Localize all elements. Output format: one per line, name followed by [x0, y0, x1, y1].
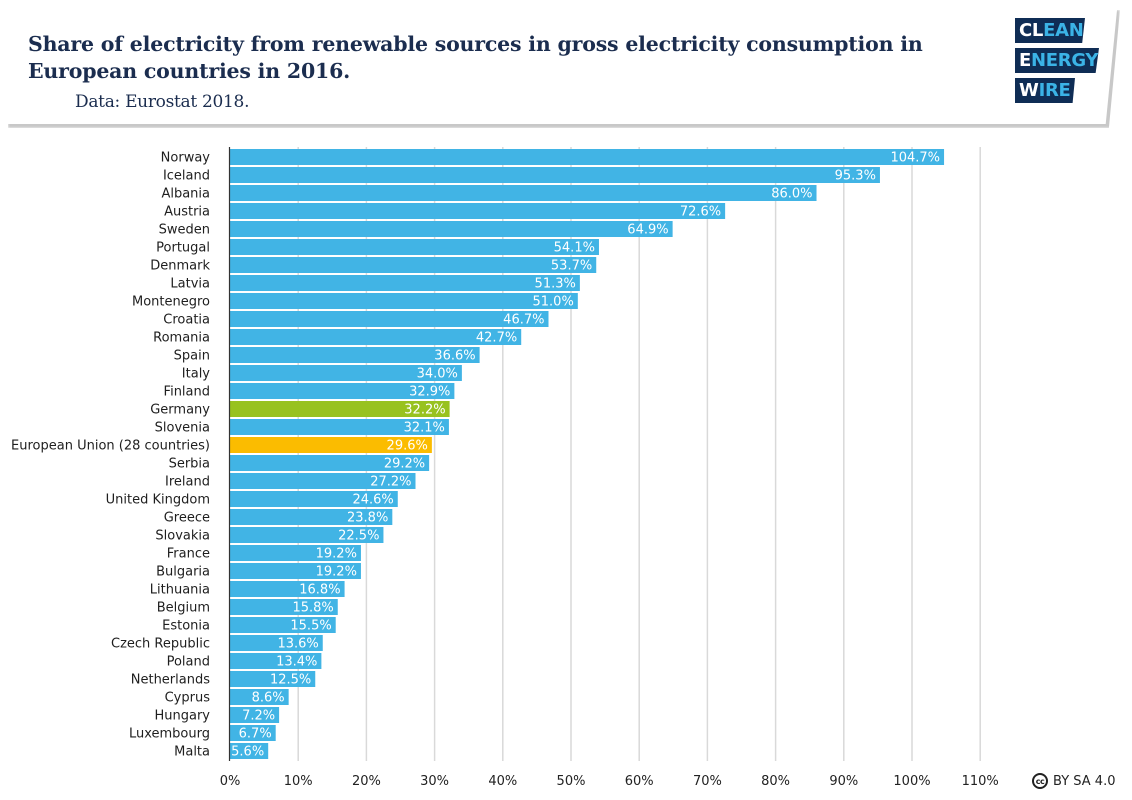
category-label: Bulgaria	[156, 565, 210, 580]
category-label: Iceland	[163, 169, 210, 184]
category-label: Malta	[174, 745, 210, 760]
bar-value-label: 86.0%	[771, 187, 812, 202]
bar-value-label: 27.2%	[370, 475, 411, 490]
bar-value-label: 6.7%	[239, 727, 272, 742]
bar-value-label: 54.1%	[554, 241, 595, 256]
category-label: Finland	[164, 385, 210, 400]
bar-value-label: 64.9%	[627, 223, 668, 238]
bar-value-label: 72.6%	[680, 205, 721, 220]
category-label: United Kingdom	[106, 493, 210, 508]
bar-value-label: 29.6%	[387, 439, 428, 454]
bar-value-label: 7.2%	[242, 709, 275, 724]
bar-value-label: 15.8%	[292, 601, 333, 616]
category-label: Estonia	[162, 619, 210, 634]
category-label: Czech Republic	[111, 637, 210, 652]
bar	[230, 221, 673, 237]
bar-value-label: 32.2%	[404, 403, 445, 418]
x-tick-label: 20%	[352, 774, 381, 789]
category-label: Romania	[153, 331, 210, 346]
category-label: France	[167, 547, 210, 562]
category-label: Ireland	[165, 475, 210, 490]
bar-value-label: 19.2%	[316, 547, 357, 562]
bar	[230, 257, 597, 273]
category-label: Serbia	[169, 457, 210, 472]
x-tick-label: 80%	[761, 774, 790, 789]
x-tick-label: 70%	[693, 774, 722, 789]
x-tick-labels: 0% 10% 20% 30% 40% 50% 60% 70% 80% 90% 100% 110%	[220, 774, 999, 789]
x-tick-label: 110%	[962, 774, 999, 789]
category-label: Italy	[182, 367, 211, 382]
category-label: Poland	[167, 655, 210, 670]
category-label: Croatia	[163, 313, 210, 328]
x-tick-label: 90%	[829, 774, 858, 789]
category-label: Spain	[174, 349, 210, 364]
bar-value-label: 32.1%	[404, 421, 445, 436]
x-tick-label: 0%	[220, 774, 241, 789]
license-text: BY SA 4.0	[1053, 773, 1116, 789]
category-label: European Union (28 countries)	[11, 439, 210, 454]
license-badge: cc BY SA 4.0	[1032, 773, 1115, 789]
category-label: Albania	[161, 187, 210, 202]
category-label: Latvia	[170, 277, 210, 292]
bar-value-label: 95.3%	[835, 169, 876, 184]
bar-value-label: 12.5%	[270, 673, 311, 688]
bar-value-label: 51.3%	[535, 277, 576, 292]
bar	[230, 149, 945, 165]
category-label: Germany	[150, 403, 210, 418]
bar	[230, 275, 580, 291]
bar-value-label: 53.7%	[551, 259, 592, 274]
bar-value-label: 22.5%	[338, 529, 379, 544]
bar-value-label: 5.6%	[231, 745, 264, 760]
category-label: Denmark	[150, 259, 210, 274]
category-label: Luxembourg	[129, 727, 210, 742]
bar-value-label: 51.0%	[533, 295, 574, 310]
x-tick-label: 60%	[625, 774, 654, 789]
bar-value-label: 13.6%	[277, 637, 318, 652]
x-tick-label: 50%	[557, 774, 586, 789]
bar-value-label: 32.9%	[409, 385, 450, 400]
category-labels: Norway Iceland Albania Austria Sweden Portuga…	[11, 151, 210, 760]
bar-value-label: 24.6%	[352, 493, 393, 508]
bar-value-label: 16.8%	[299, 583, 340, 598]
bar-value-label: 34.0%	[417, 367, 458, 382]
x-tick-label: 100%	[893, 774, 930, 789]
bar-value-label: 19.2%	[316, 565, 357, 580]
bar	[230, 293, 578, 309]
bars: 104.7% 95.3% 86.0% 72.6% 64.9% 54.1% 53.7% 51.3…	[228, 147, 945, 761]
bar-value-label: 46.7%	[503, 313, 544, 328]
category-label: Netherlands	[131, 673, 210, 688]
bar	[230, 185, 817, 201]
category-label: Slovakia	[155, 529, 210, 544]
category-label: Sweden	[159, 223, 210, 238]
bar-value-label: 36.6%	[434, 349, 475, 364]
bar-chart: 104.7% 95.3% 86.0% 72.6% 64.9% 54.1% 53.7% 51.3…	[11, 147, 999, 789]
category-label: Montenegro	[132, 295, 210, 310]
x-tick-label: 40%	[488, 774, 517, 789]
category-label: Greece	[164, 511, 210, 526]
x-tick-label: 10%	[284, 774, 313, 789]
bar	[230, 203, 726, 219]
category-label: Belgium	[157, 601, 210, 616]
category-label: Slovenia	[155, 421, 210, 436]
bar	[230, 239, 599, 255]
bar-value-label: 8.6%	[252, 691, 285, 706]
creative-commons-icon: cc	[1032, 773, 1048, 789]
category-label: Lithuania	[150, 583, 210, 598]
category-label: Austria	[164, 205, 210, 220]
bar-value-label: 23.8%	[347, 511, 388, 526]
bar-value-label: 29.2%	[384, 457, 425, 472]
category-label: Hungary	[154, 709, 210, 724]
category-label: Norway	[161, 151, 211, 166]
category-label: Portugal	[156, 241, 210, 256]
x-tick-label: 30%	[420, 774, 449, 789]
bar-value-label: 15.5%	[290, 619, 331, 634]
bar-value-label: 104.7%	[890, 151, 940, 166]
bar	[230, 311, 549, 327]
category-label: Cyprus	[165, 691, 211, 706]
bar-value-label: 42.7%	[476, 331, 517, 346]
bar-value-label: 13.4%	[276, 655, 317, 670]
bar	[230, 167, 880, 183]
